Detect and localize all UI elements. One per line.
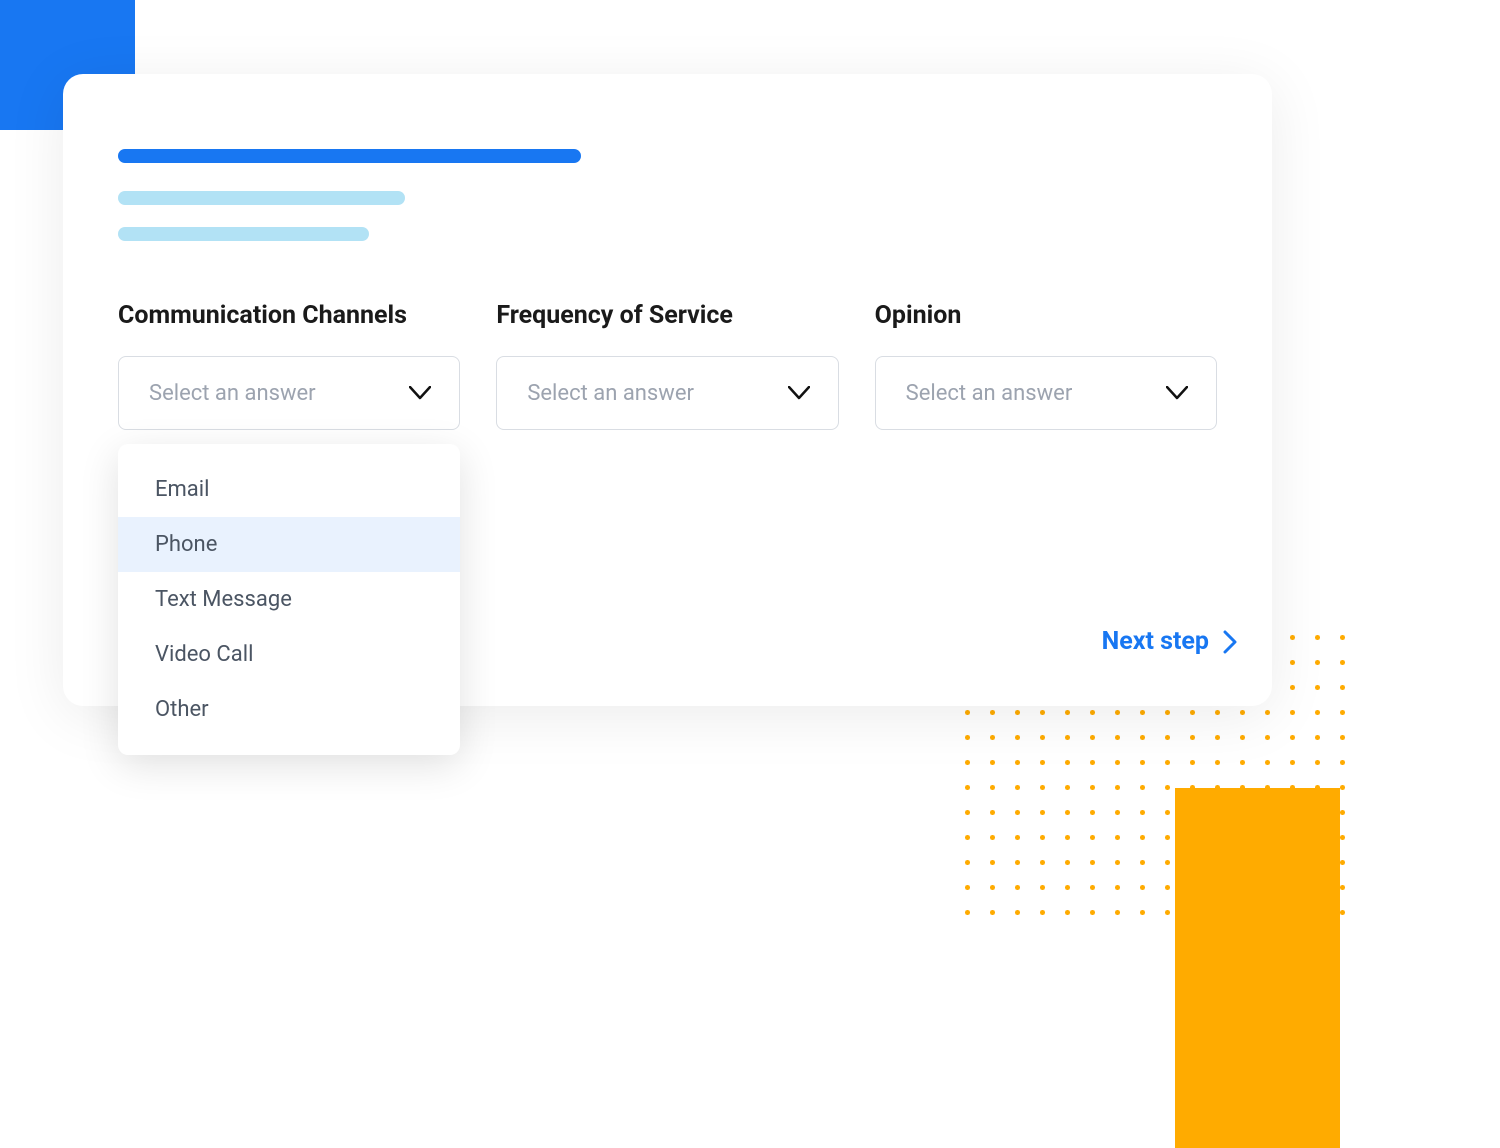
dropdown-item-other[interactable]: Other xyxy=(118,682,460,737)
next-step-button[interactable]: Next step xyxy=(1102,627,1237,656)
form-card: Communication Channels Select an answer … xyxy=(63,74,1272,706)
field-frequency-of-service: Frequency of Service Select an answer xyxy=(496,301,838,430)
select-frequency-of-service[interactable]: Select an answer xyxy=(496,356,838,430)
dropdown-item-phone[interactable]: Phone xyxy=(118,517,460,572)
placeholder-line-primary xyxy=(118,149,581,163)
dropdown-item-text-message[interactable]: Text Message xyxy=(118,572,460,627)
field-opinion: Opinion Select an answer xyxy=(875,301,1217,430)
select-placeholder: Select an answer xyxy=(149,381,316,406)
field-label: Communication Channels xyxy=(118,301,460,330)
chevron-down-icon xyxy=(1166,386,1188,400)
field-communication-channels: Communication Channels Select an answer … xyxy=(118,301,460,430)
dropdown-item-email[interactable]: Email xyxy=(118,462,460,517)
next-step-label: Next step xyxy=(1102,627,1209,656)
select-placeholder: Select an answer xyxy=(906,381,1073,406)
fields-row: Communication Channels Select an answer … xyxy=(118,301,1217,430)
chevron-down-icon xyxy=(409,386,431,400)
placeholder-line-secondary-2 xyxy=(118,227,369,241)
field-label: Frequency of Service xyxy=(496,301,838,330)
field-label: Opinion xyxy=(875,301,1217,330)
select-communication-channels[interactable]: Select an answer xyxy=(118,356,460,430)
decorative-orange-square xyxy=(1175,788,1340,1148)
dropdown-menu-communication-channels: Email Phone Text Message Video Call Othe… xyxy=(118,444,460,755)
placeholder-line-secondary-1 xyxy=(118,191,405,205)
select-placeholder: Select an answer xyxy=(527,381,694,406)
chevron-right-icon xyxy=(1223,630,1237,654)
chevron-down-icon xyxy=(788,386,810,400)
dropdown-item-video-call[interactable]: Video Call xyxy=(118,627,460,682)
header-placeholder-lines xyxy=(118,149,1217,241)
select-opinion[interactable]: Select an answer xyxy=(875,356,1217,430)
